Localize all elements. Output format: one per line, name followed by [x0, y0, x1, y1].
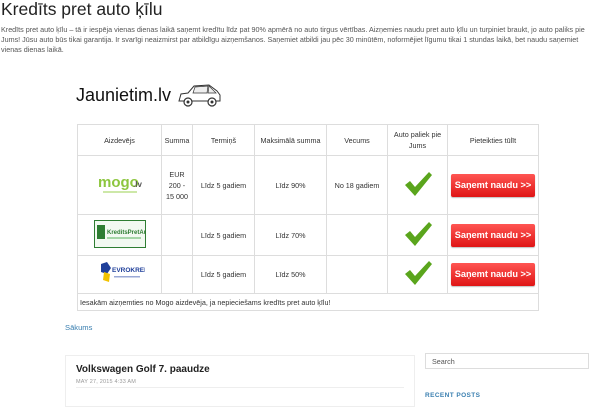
kreditspretauto-logo[interactable]: KreditsPretAuto.lv	[93, 219, 146, 248]
post-date: May 27, 2015 4:33 am	[76, 379, 137, 385]
lender-table: Aizdevējs Summa Termiņš Maksimālā summa …	[77, 124, 539, 311]
evrokredit-logo[interactable]: EVROKREDIT	[95, 260, 145, 286]
cell-summa	[161, 255, 193, 294]
cell-max-summa: Līdz 70%	[254, 214, 327, 256]
table-footer-note: Iesakām aizņemties no Mogo aizdevēja, ja…	[77, 293, 539, 311]
cell-vecums	[326, 214, 388, 256]
search-input[interactable]	[425, 353, 589, 369]
banner-text: Jaunietim.lv	[76, 85, 172, 105]
breadcrumb-home-link[interactable]: Sākums	[65, 323, 92, 332]
mogo-logo[interactable]: mogo .lv	[95, 170, 145, 198]
svg-text:KreditsPretAuto.lv: KreditsPretAuto.lv	[107, 230, 146, 236]
cell-vecums	[326, 255, 388, 294]
cell-termins: Līdz 5 gadiem	[192, 214, 255, 256]
col-header-aizdevejs: Aizdevējs	[77, 124, 162, 156]
cell-summa	[161, 214, 193, 256]
col-header-summa: Summa	[161, 124, 193, 156]
col-header-max-summa: Maksimālā summa	[254, 124, 327, 156]
apply-button-evrokredit[interactable]: Saņemt naudu >>	[451, 263, 535, 286]
col-header-termins: Termiņš	[192, 124, 255, 156]
car-icon	[178, 84, 221, 107]
col-header-auto: Auto paliek pie Jums	[387, 124, 448, 156]
cell-summa: EUR 200 - 15 000	[161, 155, 193, 215]
recent-posts-heading: RECENT POSTS	[425, 392, 481, 399]
post-title[interactable]: Volkswagen Golf 7. paaudze	[76, 364, 210, 375]
jaunietim-banner: Jaunietim.lv	[76, 82, 316, 116]
cell-termins: Līdz 5 gadiem	[192, 255, 255, 294]
post-card: Volkswagen Golf 7. paaudze May 27, 2015 …	[65, 355, 415, 407]
cell-max-summa: Līdz 50%	[254, 255, 327, 294]
check-icon	[404, 261, 432, 285]
svg-text:.lv: .lv	[133, 180, 142, 189]
table-row: EVROKREDIT Līdz 5 gadiem Līdz 50% Saņemt…	[77, 255, 539, 294]
check-icon	[404, 171, 432, 196]
divider	[76, 387, 404, 388]
cell-termins: Līdz 5 gadiem	[192, 155, 255, 215]
cell-vecums: No 18 gadiem	[326, 155, 388, 215]
svg-text:EVROKREDIT: EVROKREDIT	[112, 267, 145, 274]
table-row: KreditsPretAuto.lv Līdz 5 gadiem Līdz 70…	[77, 214, 539, 256]
table-row: mogo .lv EUR 200 - 15 000 Līdz 5 gadiem …	[77, 155, 539, 215]
col-header-vecums: Vecums	[326, 124, 388, 156]
apply-button-mogo[interactable]: Saņemt naudu >>	[451, 173, 535, 197]
cell-max-summa: Līdz 90%	[254, 155, 327, 215]
intro-text: Kredīts pret auto ķīlu – tā ir iespēja v…	[1, 25, 585, 54]
col-header-pieteikties: Pieteikties tūlīt	[447, 124, 539, 156]
page-title: Kredīts pret auto ķīlu	[1, 0, 163, 19]
apply-button-kreditspretauto[interactable]: Saņemt naudu >>	[451, 223, 535, 247]
check-icon	[404, 221, 432, 246]
